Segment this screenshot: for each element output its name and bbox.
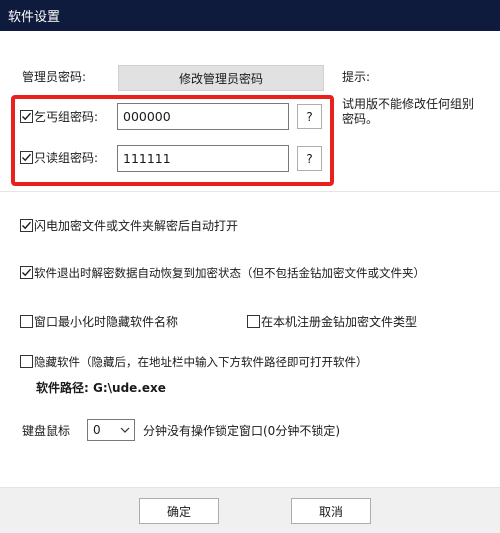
section-divider (0, 191, 500, 192)
register-type-label[interactable]: 在本机注册金钻加密文件类型 (261, 314, 417, 330)
hide-software-label[interactable]: 隐藏软件（隐藏后，在地址栏中输入下方软件路径即可打开软件） (34, 354, 368, 370)
minimize-hide-label[interactable]: 窗口最小化时隐藏软件名称 (34, 314, 178, 330)
flash-autoopen-label[interactable]: 闪电加密文件或文件夹解密后自动打开 (34, 218, 238, 234)
highlight-annotation (11, 95, 334, 186)
chevron-down-icon (120, 427, 130, 433)
exit-restore-checkbox[interactable] (20, 266, 33, 279)
lock-suffix: 分钟没有操作锁定窗口(0分钟不锁定) (143, 424, 340, 438)
ok-button[interactable]: 确定 (139, 498, 219, 524)
flash-autoopen-checkbox[interactable] (20, 219, 33, 232)
software-path-value: G:\ude.exe (93, 381, 166, 395)
minimize-hide-checkbox[interactable] (20, 315, 33, 328)
admin-password-label: 管理员密码: (22, 70, 87, 84)
lock-minutes-value: 0 (93, 423, 101, 437)
software-path-label: 软件路径: (36, 381, 89, 395)
hide-software-checkbox[interactable] (20, 355, 33, 368)
settings-panel: 管理员密码: 修改管理员密码 提示: 试用版不能修改任何组别 密码。 乞丐组密码… (0, 31, 500, 533)
window-titlebar[interactable]: 软件设置 (0, 0, 500, 31)
lock-label: 键盘鼠标 (22, 424, 71, 438)
cancel-button[interactable]: 取消 (291, 498, 371, 524)
lock-minutes-select[interactable]: 0 (87, 419, 135, 441)
checkmark-icon (22, 268, 32, 277)
hint-text-line1: 试用版不能修改任何组别 (342, 97, 475, 111)
checkmark-icon (22, 221, 32, 230)
change-admin-password-button[interactable]: 修改管理员密码 (118, 65, 324, 91)
hint-text-line2: 密码。 (342, 112, 379, 126)
register-type-checkbox[interactable] (247, 315, 260, 328)
dialog-footer (0, 487, 500, 533)
hint-title: 提示: (342, 70, 371, 84)
exit-restore-label[interactable]: 软件退出时解密数据自动恢复到加密状态（但不包括金钻加密文件或文件夹） (34, 265, 425, 281)
window-title: 软件设置 (8, 10, 61, 25)
